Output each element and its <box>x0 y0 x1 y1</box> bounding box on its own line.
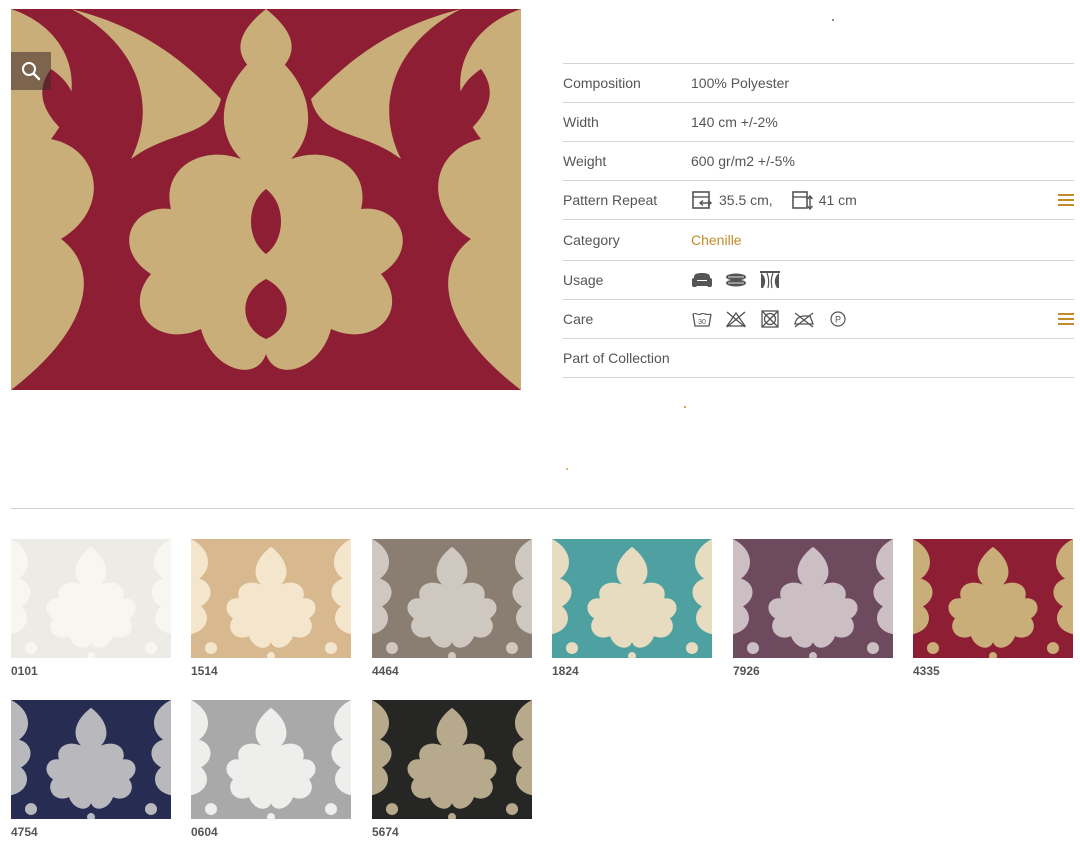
spec-row-pattern-repeat: Pattern Repeat 35.5 cm, 41 cm <box>563 180 1074 219</box>
spec-row-usage: Usage <box>563 260 1074 299</box>
care-menu-icon[interactable] <box>1058 313 1074 325</box>
svg-text:P: P <box>835 315 841 325</box>
horizontal-repeat-icon <box>692 191 713 209</box>
pattern-repeat-value: 35.5 cm, 41 cm <box>691 190 1074 210</box>
swatch-7926[interactable]: 7926 <box>733 539 893 678</box>
swatch-0101[interactable]: 0101 <box>11 539 171 678</box>
stray-dot <box>832 19 834 21</box>
horizontal-repeat-value: 35.5 cm, <box>719 192 773 208</box>
swatch-image[interactable] <box>913 539 1073 658</box>
width-label: Width <box>563 114 599 130</box>
swatch-5674[interactable]: 5674 <box>372 700 532 839</box>
no-iron-icon <box>794 312 814 328</box>
swatch-1514[interactable]: 1514 <box>191 539 351 678</box>
composition-label: Composition <box>563 75 641 91</box>
composition-value: 100% Polyester <box>691 75 790 91</box>
magnifier-icon <box>22 62 41 81</box>
swatch-1824[interactable]: 1824 <box>552 539 712 678</box>
pattern-repeat-menu-icon[interactable] <box>1058 194 1074 206</box>
swatch-code-label: 1824 <box>552 664 579 678</box>
swatch-code-label: 5674 <box>372 825 399 839</box>
care-label: Care <box>563 311 594 327</box>
swatch-code-label: 1514 <box>191 664 218 678</box>
pattern-repeat-label: Pattern Repeat <box>563 192 658 208</box>
wash-30-icon: 30 <box>692 312 712 327</box>
cushion-icon <box>726 273 746 287</box>
spec-row-care: Care 30 P <box>563 299 1074 338</box>
swatch-code-label: 4335 <box>913 664 940 678</box>
swatch-image[interactable] <box>372 700 532 819</box>
care-icons: 30 P <box>691 309 1074 329</box>
category-link[interactable]: Chenille <box>691 232 1074 248</box>
swatch-image[interactable] <box>11 700 171 819</box>
swatch-code-label: 0101 <box>11 664 38 678</box>
armchair-icon <box>692 273 712 287</box>
swatch-image[interactable] <box>733 539 893 658</box>
width-value: 140 cm +/-2% <box>691 114 778 130</box>
usage-label: Usage <box>563 272 604 288</box>
stray-dot <box>684 406 686 408</box>
damask-pattern-main <box>11 9 521 390</box>
vertical-repeat-icon <box>791 191 813 210</box>
weight-value: 600 gr/m2 +/-5% <box>691 153 795 169</box>
swatch-image[interactable] <box>552 539 712 658</box>
spec-row-composition: Composition 100% Polyester <box>563 63 1074 102</box>
stray-dot <box>566 468 568 470</box>
category-label: Category <box>563 232 620 248</box>
spec-row-collection: Part of Collection <box>563 338 1074 378</box>
swatch-4754[interactable]: 4754 <box>11 700 171 839</box>
collection-label: Part of Collection <box>563 350 670 366</box>
curtain-icon <box>760 271 780 289</box>
zoom-button[interactable] <box>11 52 51 90</box>
dry-clean-p-icon: P <box>830 311 846 327</box>
svg-text:30: 30 <box>698 319 706 326</box>
swatch-image[interactable] <box>372 539 532 658</box>
swatch-4335[interactable]: 4335 <box>913 539 1073 678</box>
section-divider <box>11 508 1074 509</box>
swatch-4464[interactable]: 4464 <box>372 539 532 678</box>
usage-icons <box>691 270 1074 290</box>
swatch-code-label: 7926 <box>733 664 760 678</box>
no-bleach-icon <box>725 311 747 328</box>
spec-row-category: Category Chenille <box>563 219 1074 260</box>
spec-row-weight: Weight 600 gr/m2 +/-5% <box>563 141 1074 180</box>
swatch-image[interactable] <box>191 700 351 819</box>
swatch-image[interactable] <box>191 539 351 658</box>
product-main-image[interactable] <box>11 9 521 390</box>
swatch-0604[interactable]: 0604 <box>191 700 351 839</box>
weight-label: Weight <box>563 153 607 169</box>
swatch-code-label: 4754 <box>11 825 38 839</box>
swatch-code-label: 0604 <box>191 825 218 839</box>
no-tumble-dry-icon <box>761 310 779 328</box>
spec-row-width: Width 140 cm +/-2% <box>563 102 1074 141</box>
swatch-code-label: 4464 <box>372 664 399 678</box>
vertical-repeat-value: 41 cm <box>818 192 857 208</box>
specifications-table: Composition 100% Polyester Width 140 cm … <box>563 63 1074 378</box>
swatch-image[interactable] <box>11 539 171 658</box>
